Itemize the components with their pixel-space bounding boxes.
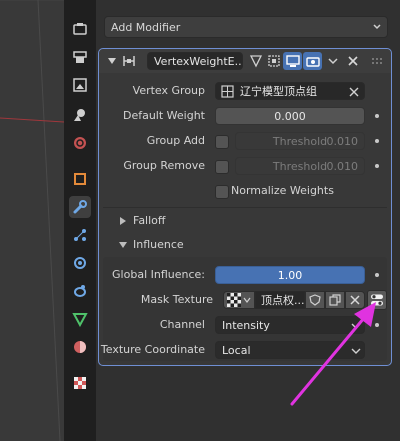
annotation-arrow: [290, 302, 376, 406]
